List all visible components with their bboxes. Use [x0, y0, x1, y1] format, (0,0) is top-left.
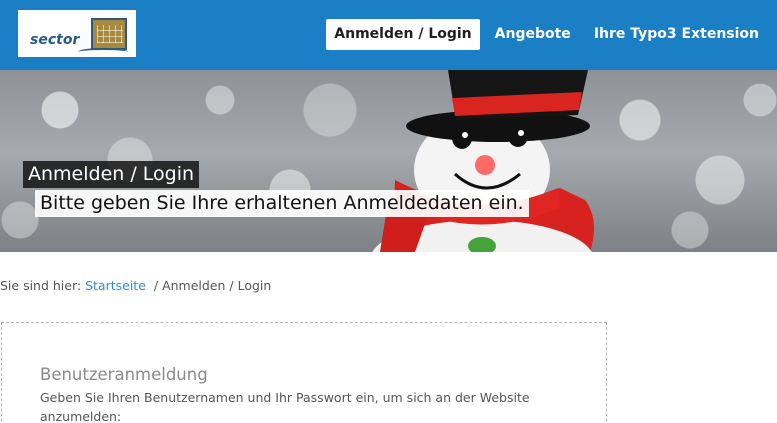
login-instructions: Geben Sie Ihren Benutzernamen und Ihr Pa…: [40, 390, 530, 423]
login-panel-title: Benutzeranmeldung: [40, 365, 208, 384]
nav-item-login[interactable]: Anmelden / Login: [326, 19, 480, 50]
breadcrumb: Sie sind hier: Startseite / Anmelden / L…: [0, 278, 271, 293]
nav-item-typo3-extension[interactable]: Ihre Typo3 Extension: [586, 19, 767, 50]
main-navigation: Anmelden / Login Angebote Ihre Typo3 Ext…: [319, 19, 767, 50]
hero-banner: Anmelden / Login Bitte geben Sie Ihre er…: [0, 70, 777, 252]
breadcrumb-prefix: Sie sind hier:: [0, 278, 82, 293]
breadcrumb-separator: /: [153, 278, 159, 293]
hero-subtitle: Bitte geben Sie Ihre erhaltenen Anmelded…: [35, 190, 529, 217]
nav-item-angebote[interactable]: Angebote: [487, 19, 579, 50]
logo-text: sector: [30, 32, 80, 48]
site-logo[interactable]: sector: [18, 10, 136, 57]
logo-chip-icon: [91, 18, 127, 50]
site-header: sector Anmelden / Login Angebote Ihre Ty…: [0, 0, 777, 70]
logo-swoosh-icon: [78, 48, 128, 56]
breadcrumb-current: Anmelden / Login: [162, 278, 272, 293]
hero-title: Anmelden / Login: [23, 161, 200, 188]
login-panel: Benutzeranmeldung Geben Sie Ihren Benutz…: [1, 322, 607, 423]
breadcrumb-home-link[interactable]: Startseite: [85, 278, 146, 293]
